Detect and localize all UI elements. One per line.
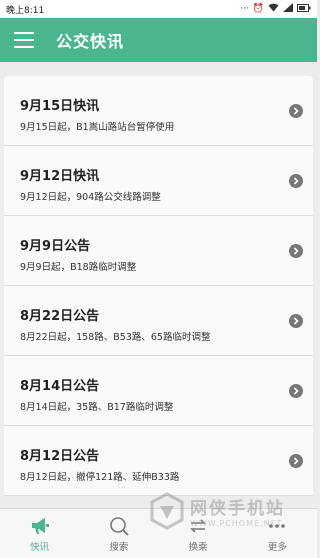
menu-icon[interactable] [14, 32, 34, 48]
chevron-right-icon[interactable] [289, 454, 303, 468]
item-title: 9月15日快讯 [20, 99, 100, 114]
item-subtitle: 8月22日起，158路、B53路、65路临时调整 [20, 332, 211, 343]
app-bar: 公交快讯 [0, 18, 317, 62]
megaphone-icon [31, 517, 49, 534]
tab-label: 搜索 [109, 541, 129, 553]
more-icon [269, 523, 286, 528]
item-title: 8月14日公告 [20, 379, 100, 394]
item-title: 9月9日公告 [20, 239, 91, 254]
list-item[interactable]: 8月22日公告 8月22日起，158路、B53路、65路临时调整 [4, 286, 313, 356]
list-item[interactable]: 9月9日公告 9月9日起，B18路临时调整 [4, 216, 313, 286]
signal-icon [283, 3, 293, 15]
chevron-right-icon[interactable] [289, 104, 303, 118]
list-item[interactable]: 8月12日公告 8月12日起，撤停121路、延伸B33路 [4, 426, 313, 496]
list-item[interactable]: 8月14日公告 8月14日起，35路、B17路临时调整 [4, 356, 313, 426]
status-bar: 晚上8:11 ··· ⏰ [0, 0, 317, 18]
chevron-right-icon[interactable] [289, 314, 303, 328]
battery-icon [297, 3, 311, 15]
status-time: 晚上8:11 [6, 5, 45, 16]
news-list: 9月15日快讯 9月15日起，B1嵩山路站台暂停使用 9月12日快讯 9月12日… [4, 76, 313, 508]
alarm-icon: ⏰ [252, 4, 264, 14]
tab-search[interactable]: 搜索 [79, 509, 158, 558]
tab-more[interactable]: 更多 [238, 509, 317, 558]
tab-label: 更多 [267, 541, 287, 553]
item-subtitle: 8月12日起，撤停121路、延伸B33路 [20, 472, 180, 483]
wifi-icon [268, 3, 279, 15]
tab-label: 换乘 [188, 541, 208, 553]
chevron-right-icon[interactable] [289, 244, 303, 258]
item-title: 8月12日公告 [20, 449, 100, 464]
chevron-right-icon[interactable] [289, 174, 303, 188]
item-title: 9月12日快讯 [20, 169, 100, 184]
item-title: 8月22日公告 [20, 309, 100, 324]
status-icons: ··· ⏰ [240, 3, 311, 15]
page-title: 公交快讯 [56, 32, 125, 51]
list-item[interactable]: 9月12日快讯 9月12日起，904路公交线路调整 [4, 146, 313, 216]
item-subtitle: 9月15日起，B1嵩山路站台暂停使用 [20, 122, 175, 133]
bottom-tab-bar: 快讯 搜索 换乘 更多 [0, 508, 317, 558]
tab-label: 快讯 [30, 541, 50, 553]
item-subtitle: 9月9日起，B18路临时调整 [20, 262, 137, 273]
transfer-icon [190, 518, 207, 533]
more-dots-icon: ··· [240, 4, 249, 14]
chevron-right-icon[interactable] [289, 384, 303, 398]
list-item[interactable]: 9月15日快讯 9月15日起，B1嵩山路站台暂停使用 [4, 76, 313, 146]
tab-transfer[interactable]: 换乘 [159, 509, 238, 558]
tab-news[interactable]: 快讯 [0, 509, 79, 558]
search-icon [110, 516, 129, 536]
item-subtitle: 8月14日起，35路、B17路临时调整 [20, 402, 174, 413]
item-subtitle: 9月12日起，904路公交线路调整 [20, 192, 161, 203]
